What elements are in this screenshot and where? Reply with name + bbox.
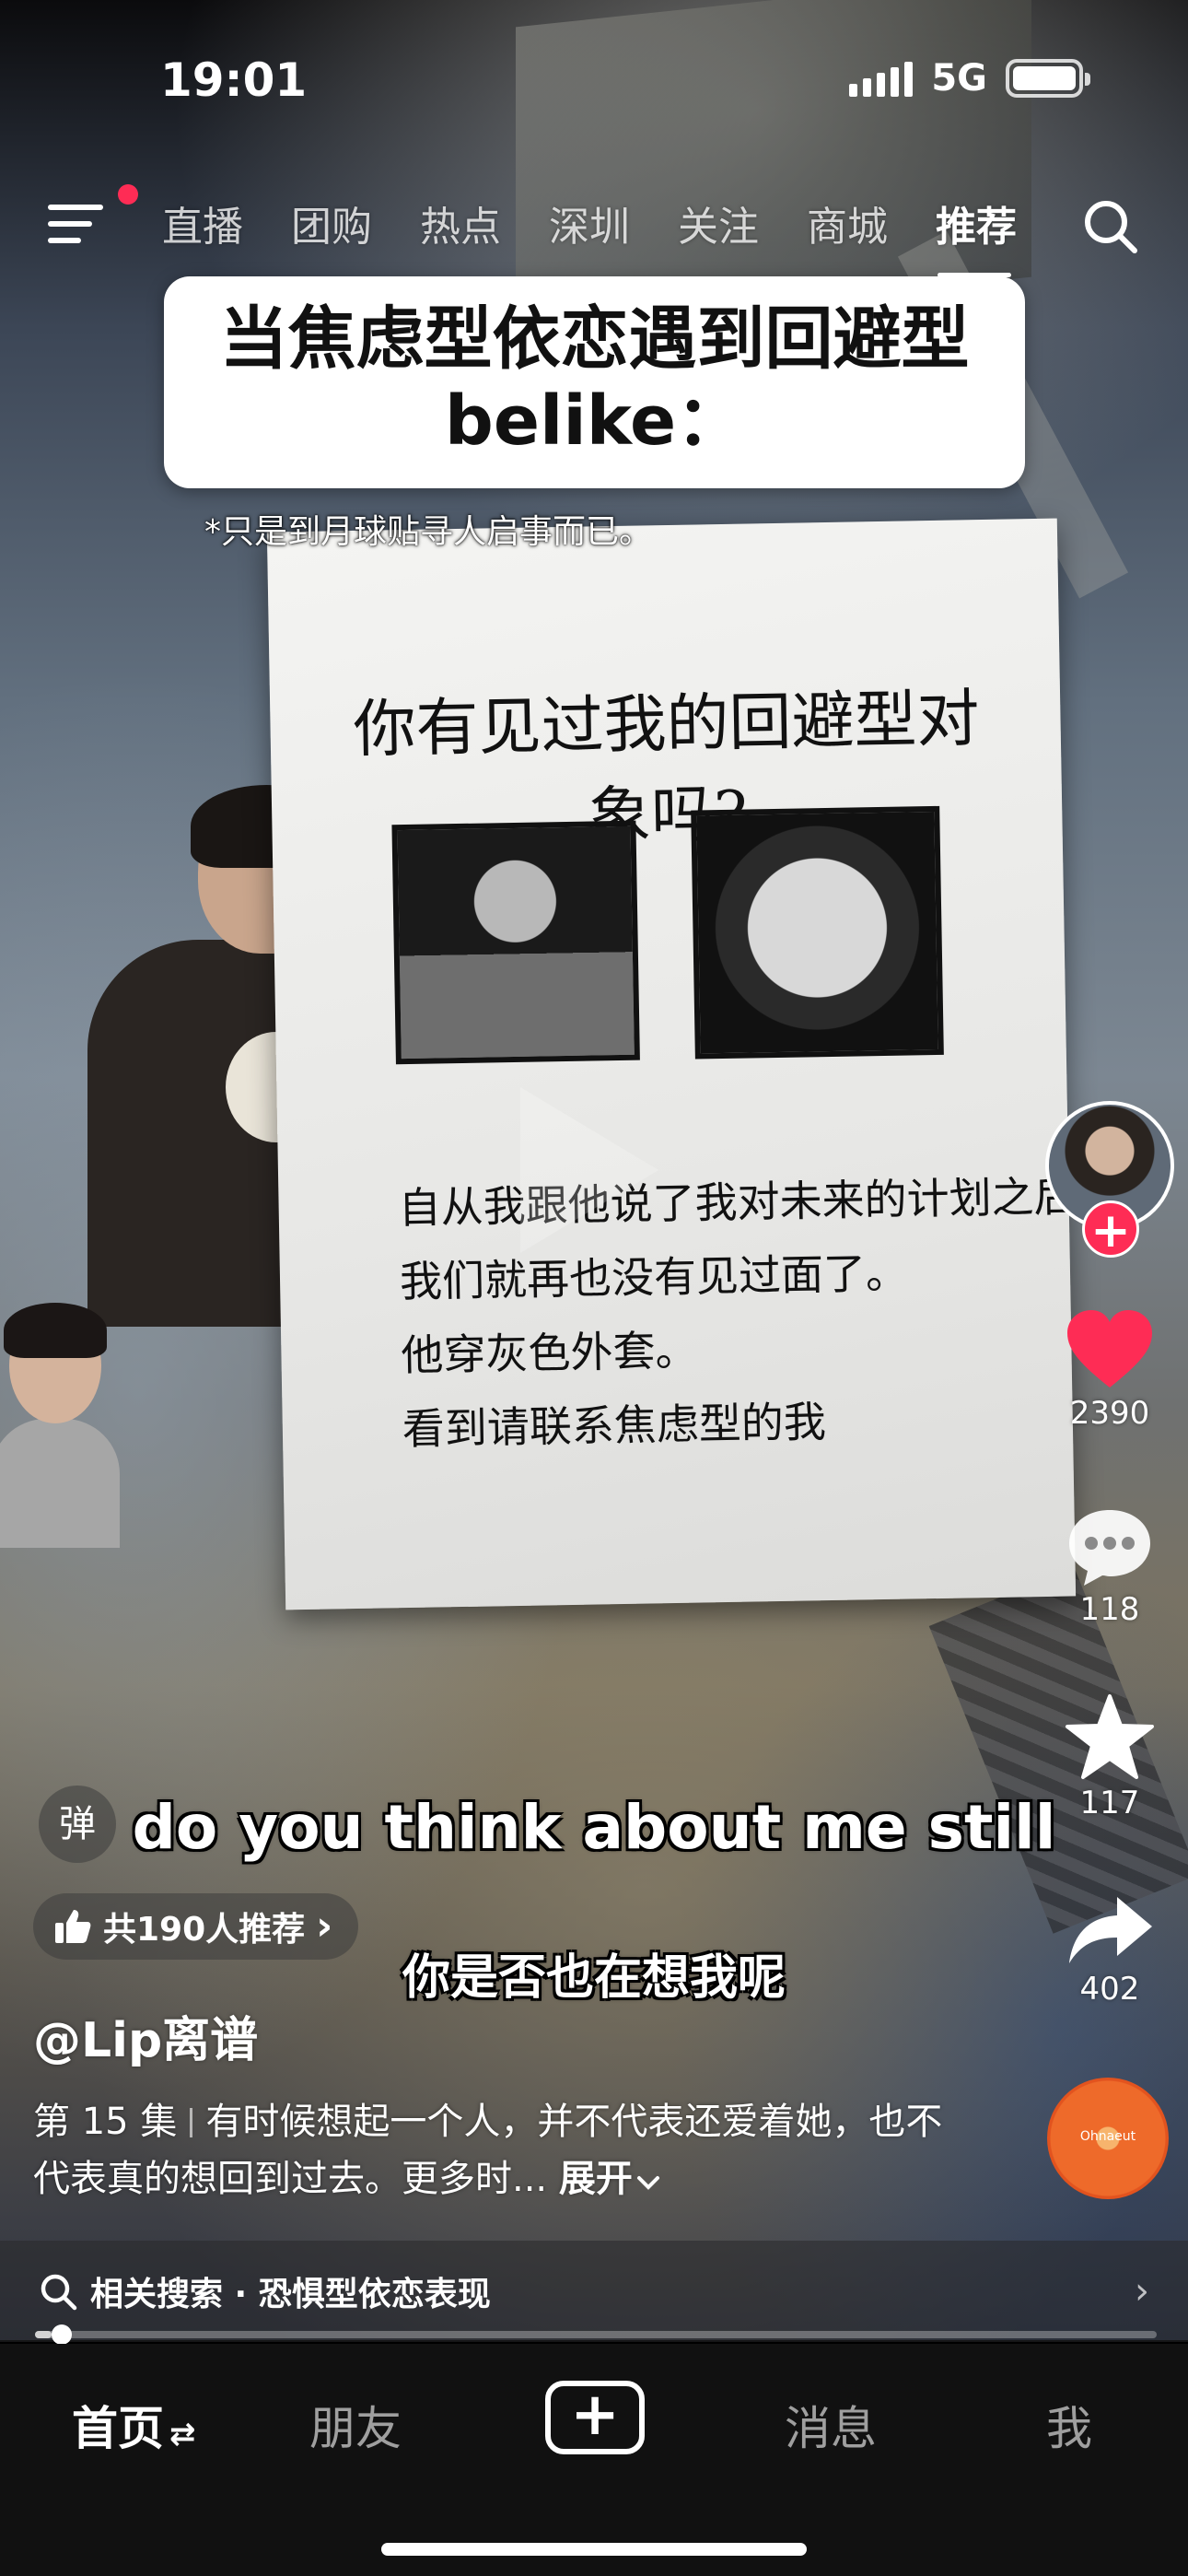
battery-icon: [1006, 59, 1090, 98]
status-indicators: 5G: [849, 57, 1090, 100]
poster-photo-right: [691, 805, 944, 1060]
star-icon: [1066, 1694, 1154, 1779]
episode-label: 第 15 集: [33, 2101, 178, 2143]
tab-shenzhen[interactable]: 深圳: [549, 193, 678, 252]
tab-friends[interactable]: 朋友: [309, 2392, 402, 2458]
tab-home-label: 首页: [72, 2402, 164, 2455]
follow-button[interactable]: +: [1082, 1200, 1139, 1259]
expand-label: 展开: [558, 2158, 633, 2200]
search-icon: [41, 2274, 77, 2311]
tab-recommended[interactable]: 推荐: [936, 193, 1065, 252]
tab-messages[interactable]: 消息: [785, 2392, 877, 2458]
tab-mall[interactable]: 商城: [807, 193, 936, 252]
like-button[interactable]: 2390: [1041, 1308, 1179, 1432]
divider: [190, 2108, 193, 2137]
comment-icon: [1069, 1510, 1150, 1586]
network-type: 5G: [931, 57, 987, 100]
music-label: Ohnaeut: [1079, 2129, 1136, 2144]
poster-line: 自从我跟他说了我对未来的计划之后,: [398, 1171, 1090, 1234]
search-icon[interactable]: [1081, 197, 1140, 256]
tab-following[interactable]: 关注: [678, 193, 807, 252]
poster-line: 看到请联系焦虑型的我: [402, 1397, 827, 1455]
nav-tabs: 直播 团购 热点 深圳 关注 商城 推荐: [162, 193, 1065, 252]
expand-button[interactable]: 展开: [559, 2158, 660, 2200]
tab-trending[interactable]: 热点: [420, 193, 549, 252]
progress-fill: [35, 2331, 52, 2338]
tab-group-buy[interactable]: 团购: [291, 193, 420, 252]
comment-count: 118: [1079, 1591, 1140, 1628]
person-hair: [4, 1303, 107, 1358]
tab-live[interactable]: 直播: [162, 193, 291, 252]
tab-home[interactable]: 首页 ⇄: [72, 2392, 196, 2458]
caption-chinese: 你是否也在想我呢: [402, 1950, 786, 2006]
signal-icon: [849, 60, 914, 97]
active-tab-underline: [938, 273, 1011, 277]
missing-poster: 你有见过我的回避型对象吗? 自从我跟他说了我对未来的计划之后, 我们就再也没有见…: [266, 518, 1090, 1610]
chevron-down-icon: [636, 2176, 659, 2190]
home-indicator: [381, 2543, 807, 2556]
music-disc[interactable]: Ohnaeut: [1047, 2078, 1169, 2199]
create-button[interactable]: +: [545, 2381, 645, 2454]
video-description: 第 15 集有时候想起一个人，并不代表还爱着她，也不代表真的想回到过去。更多时.…: [33, 2093, 973, 2207]
video-title-note: *只是到月球贴寻人启事而已。: [204, 513, 653, 551]
person-body: [0, 1419, 120, 1548]
video-title-line1: 当焦虑型依恋遇到回避型: [219, 299, 970, 379]
tab-me[interactable]: 我: [1046, 2392, 1092, 2458]
caption-english: do you think about me still: [132, 1792, 1056, 1863]
like-count: 2390: [1069, 1395, 1150, 1432]
notification-dot: [118, 184, 138, 205]
heart-icon: [1067, 1310, 1152, 1388]
chevron-right-icon: ›: [1135, 2270, 1149, 2313]
poster-photo-left: [391, 820, 640, 1065]
status-time: 19:01: [160, 53, 308, 107]
related-search-label: 相关搜索 · 恐惧型依恋表现: [90, 2276, 491, 2313]
bottom-tab-bar: 首页 ⇄ 朋友 + 消息 我: [0, 2344, 1188, 2576]
swap-icon: ⇄: [169, 2416, 196, 2453]
poster-line: 他穿灰色外套。: [401, 1325, 698, 1381]
person-cutout-small: [0, 1303, 120, 1548]
play-icon[interactable]: [520, 1087, 658, 1253]
top-nav: 直播 团购 热点 深圳 关注 商城 推荐: [0, 184, 1188, 277]
related-search-bar[interactable]: 相关搜索 · 恐惧型依恋表现 ›: [0, 2241, 1188, 2342]
menu-icon[interactable]: [48, 201, 103, 247]
video-progress-bar[interactable]: [35, 2324, 1157, 2345]
video-title-card: 当焦虑型依恋遇到回避型 belike：: [164, 276, 1025, 488]
author-name[interactable]: @Lip离谱: [33, 2001, 258, 2070]
comment-button[interactable]: 118: [1041, 1505, 1179, 1628]
video-title-line2: belike：: [444, 381, 745, 461]
